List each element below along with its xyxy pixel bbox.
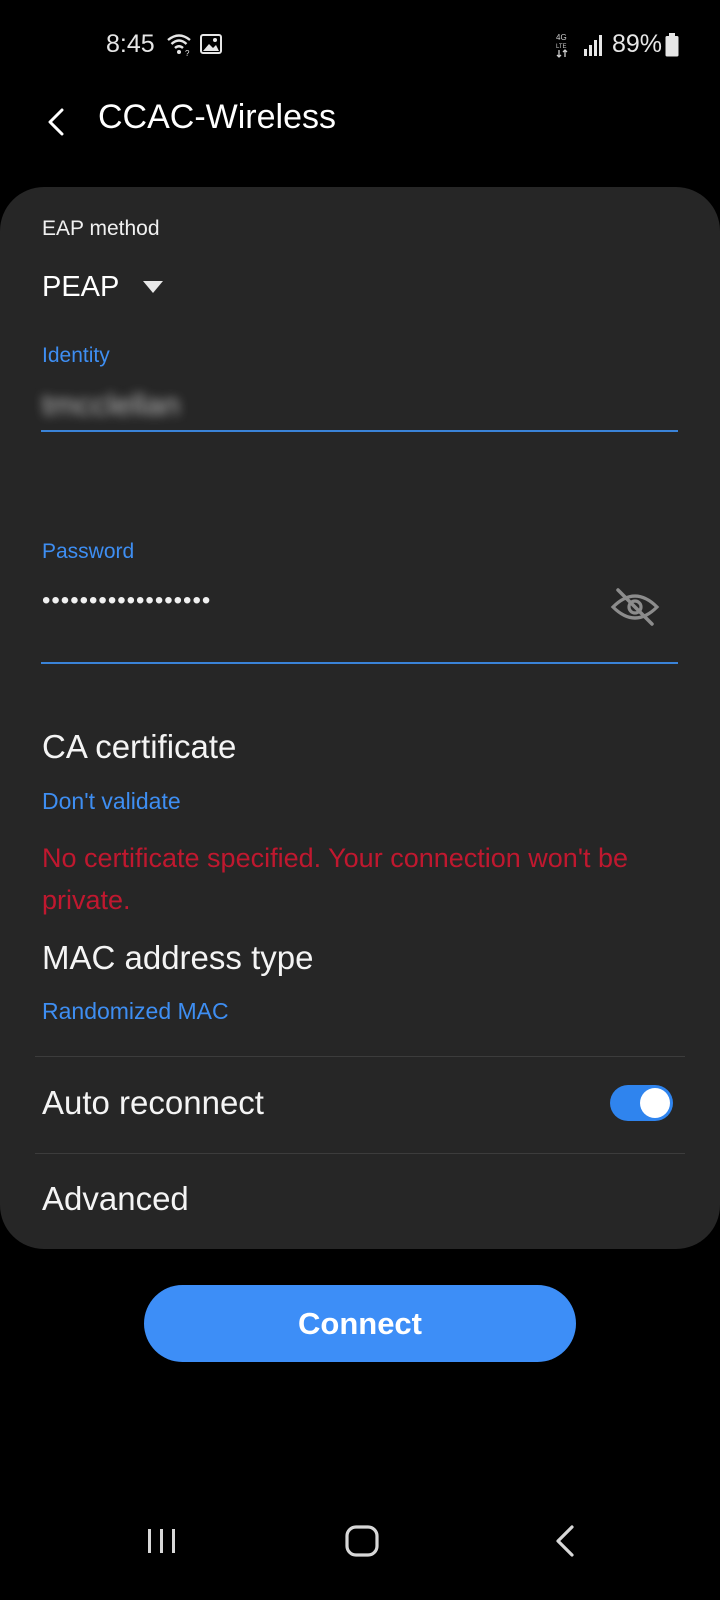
svg-text:?: ? (185, 49, 190, 56)
lte-icon: 4G LTE (556, 33, 568, 58)
eap-method-label: EAP method (42, 217, 160, 240)
status-time: 8:45 (106, 30, 155, 58)
identity-input[interactable]: tmcclellan (42, 387, 180, 423)
show-password-eye-off-icon[interactable] (610, 587, 660, 627)
certificate-warning: No certificate specified. Your connectio… (42, 843, 629, 915)
signal-icon (584, 35, 602, 56)
identity-label: Identity (42, 344, 110, 367)
ca-certificate-value: Don't validate (42, 788, 181, 814)
divider (35, 1056, 685, 1057)
password-label: Password (42, 540, 135, 563)
advanced-item[interactable]: Advanced (42, 1180, 189, 1218)
home-icon[interactable] (344, 1524, 380, 1558)
divider (35, 1153, 685, 1154)
header: CCAC-Wireless (0, 88, 720, 168)
battery-percent: 89% (612, 30, 663, 58)
gallery-icon (200, 34, 222, 54)
eap-method-dropdown[interactable]: PEAP (42, 267, 164, 307)
identity-underline (41, 430, 678, 432)
password-underline (41, 662, 678, 664)
mac-address-type-value: Randomized MAC (42, 998, 229, 1024)
status-bar: 8:45 ? 4G LTE 89% (0, 0, 720, 90)
mac-address-type-title: MAC address type (42, 939, 314, 976)
back-button[interactable] (36, 102, 76, 142)
nav-back-icon[interactable] (552, 1524, 578, 1558)
toggle-knob (640, 1088, 670, 1118)
battery-icon (665, 33, 679, 57)
dropdown-arrow-icon (143, 281, 164, 293)
connect-button[interactable]: Connect (144, 1285, 576, 1362)
wifi-icon: ? (167, 34, 191, 56)
password-input[interactable]: •••••••••••••••••• (42, 587, 211, 615)
lte-badge-top: 4G (556, 33, 567, 42)
page-title: CCAC-Wireless (98, 98, 336, 136)
ca-certificate-title: CA certificate (42, 728, 237, 765)
recent-apps-icon[interactable] (145, 1526, 179, 1556)
auto-reconnect-label: Auto reconnect (42, 1084, 264, 1121)
lte-badge-bottom: LTE (556, 44, 567, 50)
network-settings-card: EAP method PEAP Identity tmcclellan Pass… (0, 187, 720, 1249)
eap-method-value: PEAP (42, 270, 120, 303)
chevron-left-icon (48, 108, 64, 136)
auto-reconnect-toggle[interactable] (610, 1085, 673, 1121)
navigation-bar (0, 1510, 720, 1600)
